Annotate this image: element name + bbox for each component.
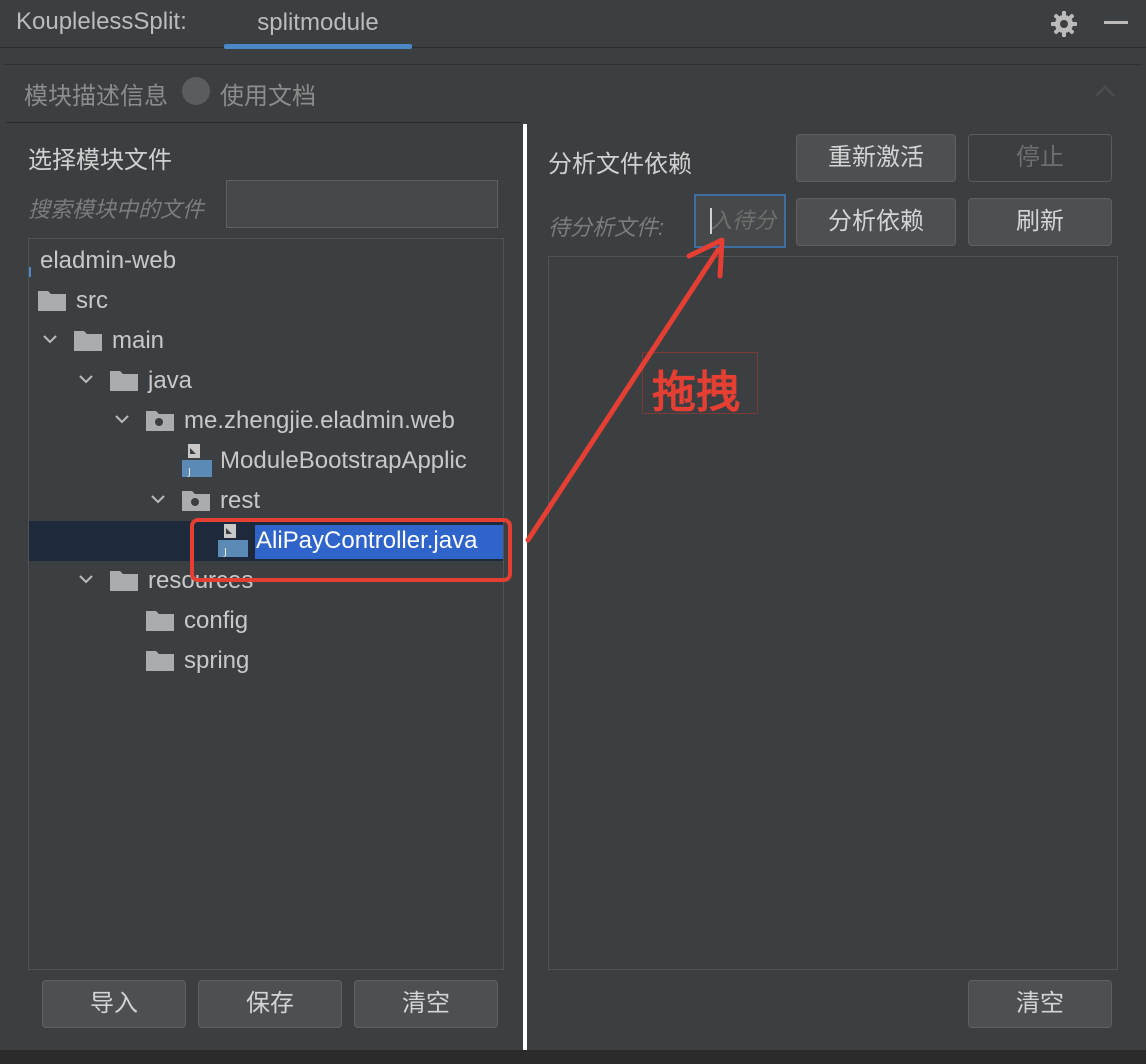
module-description-toggle[interactable]: 模块描述信息 [24,76,168,111]
panel-divider[interactable] [523,124,527,1050]
pending-file-label: 待分析文件: [548,215,665,240]
folder-icon [146,651,174,671]
tree-item-main[interactable]: main [29,321,503,361]
import-button[interactable]: 导入 [42,980,186,1028]
file-tree[interactable]: eladmin-web src main java me.zhengjie.el… [28,238,504,970]
tree-item-label: config [184,607,249,634]
text-caret [710,208,712,234]
bottom-strip [0,1050,1146,1064]
minimize-icon[interactable] [1104,21,1128,24]
tree-item-module-bootstrap[interactable]: J ModuleBootstrapApplic [29,441,503,481]
tree-item-eladmin-web[interactable]: eladmin-web [29,241,503,281]
search-label: 搜索模块中的文件 [28,197,205,222]
folder-icon [110,371,138,391]
chevron-up-icon[interactable] [1094,84,1116,98]
search-input[interactable] [226,180,498,228]
tree-item-rest[interactable]: rest [29,481,503,521]
tree-item-label: ModuleBootstrapApplic [220,447,467,474]
active-tab-indicator [224,44,412,49]
description-panel [4,64,1142,120]
tree-item-label: eladmin-web [40,247,177,274]
analyze-deps-button[interactable]: 分析依赖 [796,198,956,246]
module-icon [29,267,31,277]
analyze-deps-title: 分析文件依赖 [548,151,692,178]
tree-item-label: src [76,287,108,314]
chevron-down-icon[interactable] [42,331,58,347]
tree-item-config[interactable]: config [29,601,503,641]
refresh-button[interactable]: 刷新 [968,198,1112,246]
stop-button[interactable]: 停止 [968,134,1112,182]
chevron-down-icon[interactable] [150,491,166,507]
select-module-title: 选择模块文件 [28,147,172,174]
toggle-dot-icon[interactable] [182,77,210,105]
tree-item-label: me.zhengjie.eladmin.web [184,407,455,434]
chevron-down-icon[interactable] [114,411,130,427]
analysis-result-area [548,256,1118,970]
reactivate-button[interactable]: 重新激活 [796,134,956,182]
java-file-icon: J [182,444,212,477]
pending-file-input[interactable]: 入待分 [694,194,786,248]
folder-icon [74,331,102,351]
tree-item-java[interactable]: java [29,361,503,401]
tree-item-label: rest [220,487,261,514]
tree-item-package-web[interactable]: me.zhengjie.eladmin.web [29,401,503,441]
usage-doc-link[interactable]: 使用文档 [220,76,316,111]
tree-item-spring[interactable]: spring [29,641,503,681]
svg-text:J: J [187,467,191,477]
annotation-highlight-box [190,518,512,582]
package-icon [146,411,174,431]
folder-icon [38,291,66,311]
tree-item-src[interactable]: src [29,281,503,321]
clear-right-button[interactable]: 清空 [968,980,1112,1028]
tree-item-label: java [148,367,193,394]
save-button[interactable]: 保存 [198,980,342,1028]
tab-splitmodule[interactable]: splitmodule [224,0,412,48]
chevron-down-icon[interactable] [78,371,94,387]
annotation-drag-label: 拖拽 [652,368,740,417]
clear-left-button[interactable]: 清空 [354,980,498,1028]
tree-item-label: main [112,327,165,354]
gear-icon[interactable] [1050,10,1078,38]
app-title: KouplelessSplit: [16,8,187,35]
package-icon [182,491,210,511]
folder-icon [146,611,174,631]
tree-item-label: spring [184,647,250,674]
chevron-down-icon[interactable] [78,571,94,587]
folder-icon [110,571,138,591]
